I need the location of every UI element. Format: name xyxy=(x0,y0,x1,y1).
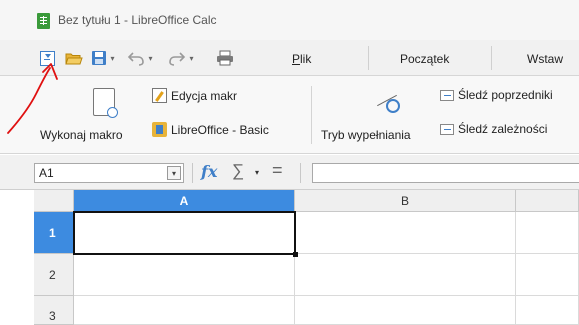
cell-b3[interactable] xyxy=(295,296,516,325)
cell-a3[interactable] xyxy=(74,296,295,325)
libreoffice-basic-label: LibreOffice - Basic xyxy=(171,122,269,137)
redo-button[interactable]: ▾ xyxy=(164,48,198,68)
tab-file[interactable]: Plik xyxy=(292,52,311,66)
tab-insert[interactable]: Wstaw xyxy=(527,52,563,66)
cell-a2[interactable] xyxy=(74,254,295,296)
cell-cursor xyxy=(73,211,298,257)
formula-input[interactable] xyxy=(312,163,579,183)
tab-divider xyxy=(368,46,369,70)
trace-precedents-icon xyxy=(440,89,454,101)
cell-b2[interactable] xyxy=(295,254,516,296)
trace-dependents-icon xyxy=(440,123,454,135)
toolbar-tab-row: ▾ ▾ ▾ Plik Początek Wstaw xyxy=(0,40,579,76)
redo-dropdown-icon[interactable]: ▾ xyxy=(189,54,193,63)
name-box-value: A1 xyxy=(39,166,54,180)
select-all-corner[interactable] xyxy=(34,190,74,212)
cell-c1[interactable] xyxy=(516,212,579,254)
annotation-arrow xyxy=(7,63,58,134)
formula-bar: A1 ▾ fx ∑ ▾ = xyxy=(0,155,579,190)
trace-dependents-label: Śledź zależności xyxy=(458,122,548,136)
row-header-3[interactable]: 3 xyxy=(34,296,74,325)
calc-app-icon xyxy=(37,13,50,29)
sum-dropdown-icon[interactable]: ▾ xyxy=(255,168,259,177)
save-dropdown-icon[interactable]: ▾ xyxy=(110,54,114,63)
row-header-1[interactable]: 1 xyxy=(34,212,74,254)
basic-ide-icon xyxy=(152,122,167,137)
ribbon-divider xyxy=(311,86,312,144)
undo-dropdown-icon[interactable]: ▾ xyxy=(148,54,152,63)
name-box-dropdown-icon[interactable]: ▾ xyxy=(167,166,181,180)
column-header-a[interactable]: A xyxy=(74,190,295,212)
sum-icon[interactable]: ∑ xyxy=(232,161,244,181)
name-box[interactable]: A1 ▾ xyxy=(34,163,184,183)
run-macro-icon xyxy=(92,88,118,118)
autofill-handle[interactable] xyxy=(293,252,298,257)
tab-divider xyxy=(491,46,492,70)
ribbon-panel: Wykonaj makro Edycja makr LibreOffice - … xyxy=(0,76,579,154)
formula-bar-divider xyxy=(300,163,301,183)
trace-dependents-button[interactable]: Śledź zależności xyxy=(440,122,547,136)
spreadsheet-grid: A B 1 2 3 xyxy=(0,190,579,325)
cell-c3[interactable] xyxy=(516,296,579,325)
column-header-b[interactable]: B xyxy=(295,190,516,212)
column-header-c[interactable] xyxy=(516,190,579,212)
formula-bar-divider xyxy=(192,163,193,183)
undo-arrow-icon xyxy=(128,52,145,66)
redo-arrow-icon xyxy=(169,52,186,66)
fill-mode-icon xyxy=(374,88,402,116)
edit-macros-label: Edycja makr xyxy=(171,88,238,103)
undo-button[interactable]: ▾ xyxy=(123,48,157,68)
window-title: Bez tytułu 1 - LibreOffice Calc xyxy=(58,13,217,27)
function-wizard-icon[interactable]: fx xyxy=(201,162,217,181)
title-bar: Bez tytułu 1 - LibreOffice Calc xyxy=(0,0,579,40)
save-button[interactable]: ▾ xyxy=(91,48,115,68)
cell-c2[interactable] xyxy=(516,254,579,296)
edit-macro-icon xyxy=(152,88,167,103)
libreoffice-basic-button[interactable]: LibreOffice - Basic xyxy=(152,122,269,137)
trace-precedents-label: Śledź poprzedniki xyxy=(458,88,553,102)
formula-equals-icon[interactable]: = xyxy=(272,160,283,181)
fill-mode-label: Tryb wypełniania xyxy=(321,128,411,142)
fill-mode-button[interactable]: Tryb wypełniania xyxy=(321,88,411,142)
printer-icon xyxy=(217,50,233,66)
floppy-save-icon xyxy=(92,51,107,65)
row-header-2[interactable]: 2 xyxy=(34,254,74,296)
tab-home[interactable]: Początek xyxy=(400,52,449,66)
print-button[interactable] xyxy=(212,48,238,68)
cell-b1[interactable] xyxy=(295,212,516,254)
edit-macros-button[interactable]: Edycja makr xyxy=(152,88,237,103)
trace-precedents-button[interactable]: Śledź poprzedniki xyxy=(440,88,553,102)
